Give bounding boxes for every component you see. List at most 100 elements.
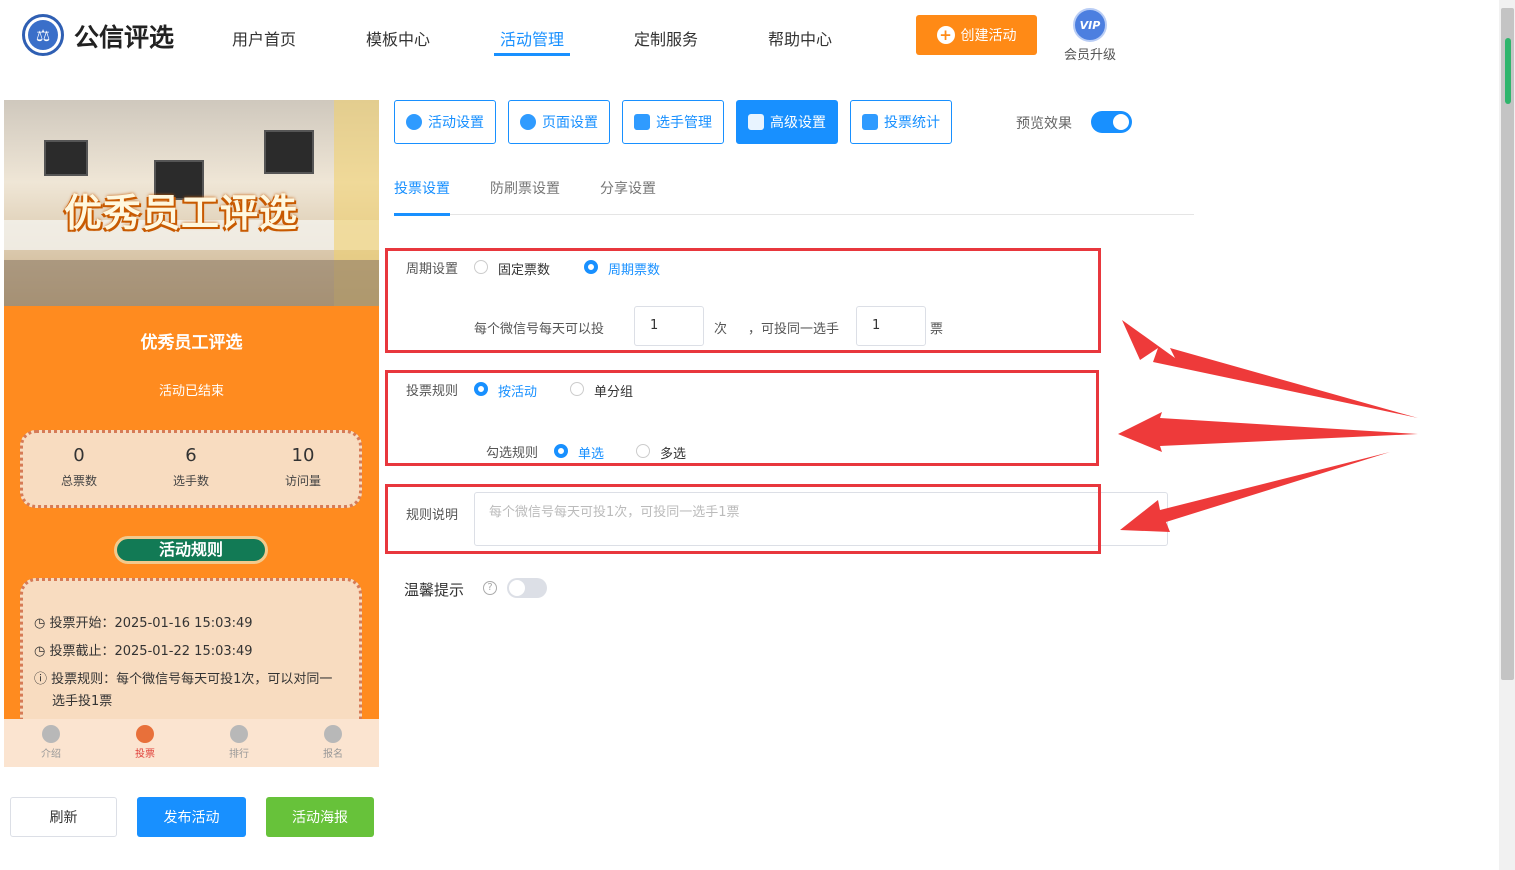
stats-card: 0 总票数 6 选手数 10 访问量 — [20, 430, 362, 508]
clock-icon: ◷ — [34, 644, 50, 659]
vote-rule-label: 投票规则 — [406, 384, 459, 399]
radio-cycle-votes[interactable] — [584, 260, 598, 274]
help-icon[interactable]: ? — [483, 581, 497, 595]
star-icon — [406, 114, 422, 130]
check-rule-label: 勾选规则 — [486, 446, 539, 461]
settings-sliders-icon — [748, 114, 764, 130]
brand-name: 公信评选 — [74, 23, 175, 52]
radio-single-choice-label[interactable]: 单选 — [578, 443, 604, 462]
users-icon — [634, 114, 650, 130]
create-activity-label: 创建活动 — [960, 28, 1017, 44]
tab-intro[interactable]: 介绍 — [4, 719, 98, 767]
nav-home[interactable]: 用户首页 — [232, 26, 296, 50]
mobile-preview: 优秀员工评选 优秀员工评选 活动已结束 0 总票数 6 选手数 10 访问量 活动规则… — [4, 100, 379, 767]
rule-text: 投票规则：每个微信号每天可投1次，可以对同一选手投1票 — [51, 672, 333, 709]
stat-label: 总票数 — [60, 474, 97, 488]
rule-end: ◷ 投票截止：2025-01-22 15:03:49 — [34, 641, 344, 663]
brand-logo[interactable]: ⚖ — [22, 14, 64, 56]
intro-icon — [42, 725, 60, 743]
publish-button[interactable]: 发布活动 — [137, 797, 246, 837]
info-icon: ⓘ — [34, 672, 52, 687]
rule-text: 投票截止：2025-01-22 15:03:49 — [49, 644, 253, 659]
nav-custom-service[interactable]: 定制服务 — [634, 26, 698, 50]
nav-templates[interactable]: 模板中心 — [366, 26, 430, 50]
tab-vote[interactable]: 投票 — [98, 719, 192, 767]
stat-total-votes: 0 总票数 — [23, 433, 135, 505]
bar-chart-icon — [862, 114, 878, 130]
vip-icon[interactable]: VIP — [1073, 8, 1107, 42]
times-input[interactable]: 1 — [634, 306, 704, 346]
stat-label: 选手数 — [172, 474, 209, 488]
votes-input[interactable]: 1 — [856, 306, 926, 346]
rules-heading: 活动规则 — [114, 536, 268, 564]
poster-button[interactable]: 活动海报 — [266, 797, 374, 837]
radio-fixed-votes-label[interactable]: 固定票数 — [498, 259, 550, 278]
tab-label: 页面设置 — [542, 115, 598, 131]
nav-help-center[interactable]: 帮助中心 — [768, 26, 832, 50]
radio-single-group[interactable] — [570, 382, 584, 396]
stat-contestants: 6 选手数 — [135, 433, 247, 505]
highlight-box-cycle — [385, 248, 1101, 353]
radio-multi-choice-label[interactable]: 多选 — [660, 443, 686, 462]
preview-label: 预览效果 — [1016, 116, 1072, 132]
activity-status: 活动已结束 — [158, 384, 224, 399]
scrollbar-thumb[interactable] — [1501, 8, 1514, 680]
create-activity-button[interactable]: + 创建活动 — [916, 15, 1037, 55]
votes-unit: 票 — [930, 322, 944, 337]
tab-vote-statistics[interactable]: 投票统计 — [850, 100, 952, 144]
tab-label: 报名 — [323, 749, 343, 760]
arrow-to-rule-desc — [1120, 452, 1390, 532]
stat-value: 6 — [185, 445, 197, 466]
activity-title: 优秀员工评选 — [140, 333, 243, 353]
annotation-arrows — [1118, 320, 1418, 532]
radio-single-choice[interactable] — [554, 444, 568, 458]
arrow-to-vote-rule — [1118, 412, 1418, 452]
tab-label: 选手管理 — [656, 115, 712, 131]
radio-single-group-label[interactable]: 单分组 — [594, 381, 633, 400]
radio-cycle-votes-label[interactable]: 周期票数 — [608, 259, 660, 278]
tab-contestant-management[interactable]: 选手管理 — [622, 100, 724, 144]
trophy-icon — [230, 725, 248, 743]
banner-title: 优秀员工评选 — [64, 191, 299, 235]
radio-multi-choice[interactable] — [636, 444, 650, 458]
subtab-share-settings[interactable]: 分享设置 — [600, 178, 656, 198]
vote-icon — [136, 725, 154, 743]
gear-icon — [520, 114, 536, 130]
scale-icon: ⚖ — [28, 20, 58, 50]
preview-toggle[interactable] — [1091, 111, 1132, 133]
stat-value: 10 — [291, 445, 315, 466]
radio-by-activity-label[interactable]: 按活动 — [498, 381, 537, 400]
subtab-active-indicator — [394, 213, 450, 216]
tab-ranking[interactable]: 排行 — [192, 719, 286, 767]
tip-toggle[interactable] — [507, 578, 547, 598]
arrow-to-cycle — [1122, 320, 1418, 418]
radio-by-activity[interactable] — [474, 382, 488, 396]
subtab-divider — [394, 214, 1194, 215]
clock-icon: ◷ — [34, 616, 50, 631]
highlight-box-rule-desc — [385, 484, 1101, 554]
cycle-mid-text: ，可投同一选手 — [748, 322, 840, 337]
tab-activity-settings[interactable]: 活动设置 — [394, 100, 496, 144]
radio-fixed-votes[interactable] — [474, 260, 488, 274]
plus-icon: + — [936, 26, 955, 44]
tab-signup[interactable]: 报名 — [286, 719, 379, 767]
tab-label: 高级设置 — [770, 115, 826, 131]
refresh-button[interactable]: 刷新 — [10, 797, 117, 837]
cycle-row-prefix: 每个微信号每天可以投 — [474, 322, 605, 337]
rule-text: 投票开始：2025-01-16 15:03:49 — [49, 616, 253, 631]
stat-value: 0 — [73, 445, 85, 466]
tab-label: 介绍 — [41, 749, 61, 760]
scroll-indicator — [1505, 38, 1511, 104]
banner-image: 优秀员工评选 — [4, 100, 379, 306]
signup-icon — [324, 725, 342, 743]
vip-upgrade-link[interactable]: 会员升级 — [1064, 44, 1116, 63]
stat-visits: 10 访问量 — [247, 433, 359, 505]
subtab-vote-settings[interactable]: 投票设置 — [394, 178, 450, 198]
tab-label: 排行 — [229, 749, 249, 760]
times-unit: 次 — [714, 322, 728, 337]
tab-advanced-settings[interactable]: 高级设置 — [736, 100, 838, 144]
nav-active-indicator — [494, 53, 570, 56]
tab-page-settings[interactable]: 页面设置 — [508, 100, 610, 144]
subtab-anti-fraud[interactable]: 防刷票设置 — [490, 178, 560, 198]
nav-activity-management[interactable]: 活动管理 — [500, 26, 564, 50]
